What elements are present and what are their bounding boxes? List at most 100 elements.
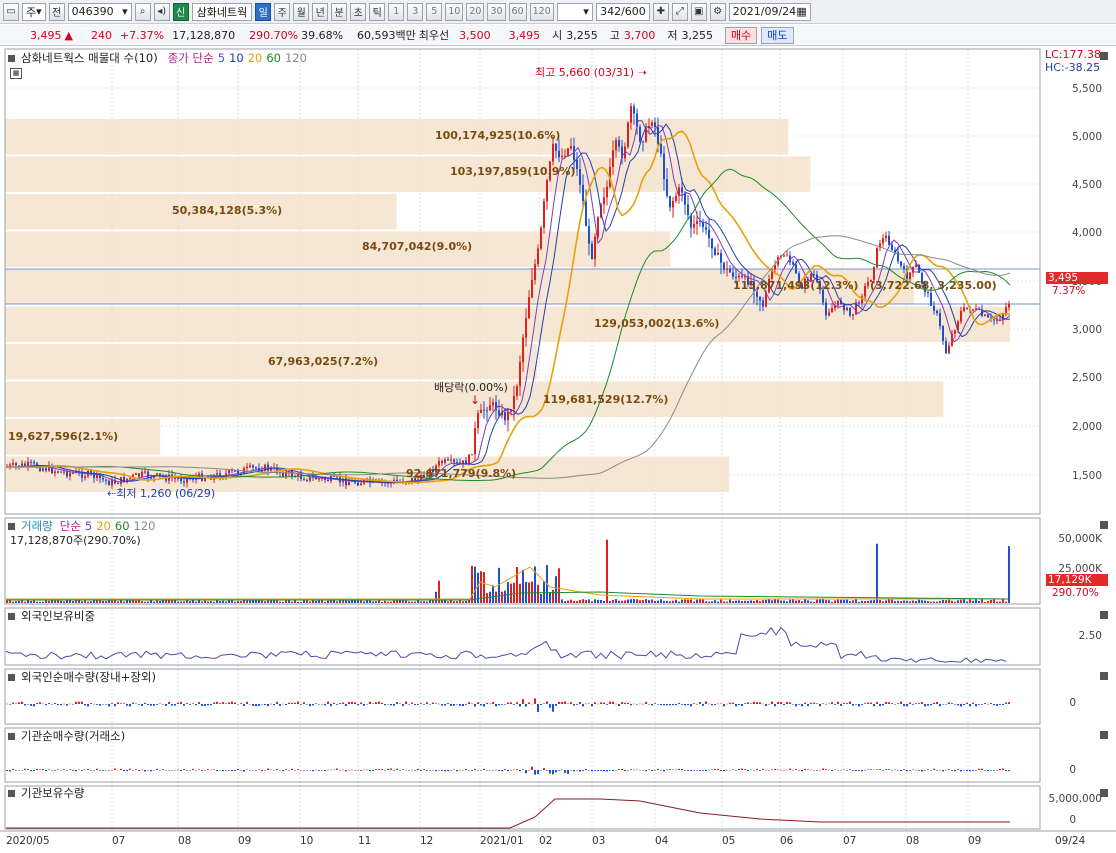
interval-5[interactable]: 5 xyxy=(426,2,443,21)
sound-icon[interactable]: ◂) xyxy=(153,2,170,21)
candle-body xyxy=(846,307,848,311)
foreign-net-bar xyxy=(588,703,590,705)
stock-code-input[interactable]: 046390 ▾ xyxy=(67,2,132,21)
interval-dropdown[interactable]: ▾ xyxy=(556,2,593,21)
panel-handle-icon[interactable] xyxy=(8,673,15,681)
volume-bar xyxy=(237,601,239,603)
panel-handle-icon[interactable] xyxy=(8,54,15,62)
inst-net-bar xyxy=(417,768,419,770)
volume-bar xyxy=(882,601,884,603)
candle-body xyxy=(714,248,716,255)
foreign-net-bar xyxy=(984,703,986,704)
volume-bar xyxy=(309,601,311,603)
foreign-net-bar xyxy=(486,702,488,704)
tab-day[interactable]: 일 xyxy=(255,2,272,21)
inst-net-bar xyxy=(981,768,983,770)
interval-120[interactable]: 120 xyxy=(529,2,554,21)
interval-30[interactable]: 30 xyxy=(487,2,506,21)
foreign-net-bar xyxy=(546,701,548,704)
inst-net-bar xyxy=(318,770,320,771)
inst-net-bar xyxy=(39,769,41,770)
tab-week[interactable]: 주 xyxy=(274,2,291,21)
tab-year[interactable]: 년 xyxy=(312,2,329,21)
volume-bar xyxy=(945,600,947,603)
candle-body xyxy=(762,300,764,307)
panel-handle-icon[interactable] xyxy=(8,612,15,620)
candle-body xyxy=(525,318,527,338)
foreign-net-bar xyxy=(309,704,311,707)
tab-minute[interactable]: 분 xyxy=(331,2,348,21)
foreign-net-bar xyxy=(561,701,563,704)
crosshair-icon[interactable]: ✚ xyxy=(652,2,669,21)
interval-1[interactable]: 1 xyxy=(388,2,405,21)
tab-tick[interactable]: 틱 xyxy=(369,2,386,21)
foreign-net-bar xyxy=(138,704,140,705)
foreign-net-tick: 0 xyxy=(1069,697,1076,709)
foreign-net-bar xyxy=(819,704,821,707)
count-field[interactable]: 342/600 xyxy=(595,2,650,21)
inst-net-bar xyxy=(78,769,80,771)
candle-body xyxy=(588,226,590,244)
foreign-net-bar xyxy=(141,704,143,706)
interval-20[interactable]: 20 xyxy=(466,2,485,21)
candle-body xyxy=(252,465,254,468)
foreign-net-bar xyxy=(357,704,359,706)
volume-bar xyxy=(195,601,197,603)
gear-icon[interactable]: ⚙ xyxy=(709,2,726,21)
prev-button[interactable]: 전 xyxy=(48,2,65,21)
candle-body xyxy=(711,238,713,249)
foreign-net-bar xyxy=(432,702,434,704)
foreign-net-bar xyxy=(39,702,41,704)
chart-area[interactable]: 삼화네트웍스 매물대 수(10) 종가 단순 5 10 20 60 120 ▦ … xyxy=(0,47,1116,853)
foreign-net-bar xyxy=(345,704,347,706)
foreign-net-bar xyxy=(756,702,758,704)
inst-net-bar xyxy=(369,770,371,772)
date-input[interactable]: 2021/09/24 ▦ xyxy=(728,2,811,21)
volume-bar xyxy=(264,601,266,603)
inst-net-bar xyxy=(189,770,191,771)
date-tick: 10 xyxy=(300,835,314,847)
current-price-badge: 3,495 xyxy=(1046,272,1108,284)
low-price: 3,255 xyxy=(681,28,714,42)
candle-body xyxy=(738,275,740,278)
panel-handle-icon[interactable] xyxy=(8,522,15,530)
search-icon[interactable]: ⌕ xyxy=(134,2,151,21)
tab-second[interactable]: 초 xyxy=(350,2,367,21)
date-tick: 07 xyxy=(112,835,126,847)
inst-net-bar xyxy=(456,770,458,772)
candle-body xyxy=(813,274,815,276)
candle-body xyxy=(726,268,728,270)
foreign-net-bar xyxy=(351,701,353,704)
interval-10[interactable]: 10 xyxy=(445,2,464,21)
volume-bar xyxy=(699,599,701,603)
buy-button[interactable]: 매수 xyxy=(725,26,758,44)
foreign-net-bar xyxy=(558,701,560,704)
interval-3[interactable]: 3 xyxy=(407,2,424,21)
save-icon[interactable]: ▣ xyxy=(690,2,707,21)
inst-net-bar xyxy=(366,769,368,771)
inst-net-bar xyxy=(846,770,848,771)
volume-bar xyxy=(999,601,1001,603)
panel-handle-icon[interactable] xyxy=(8,789,15,797)
sell-button[interactable]: 매도 xyxy=(761,26,794,44)
foreign-net-bar xyxy=(48,702,50,704)
candle-body xyxy=(255,467,257,469)
foreign-net-bar xyxy=(96,704,98,705)
ma20-label: 20 xyxy=(247,51,263,65)
interval-60[interactable]: 60 xyxy=(508,2,527,21)
candle-body xyxy=(669,195,671,208)
inst-net-bar xyxy=(222,770,224,772)
market-select[interactable]: 주 ▾ xyxy=(22,2,46,21)
foreign-net-bar xyxy=(525,704,527,707)
inst-net-bar xyxy=(486,770,488,771)
table-icon[interactable]: ▦ xyxy=(10,68,22,79)
foreign-net-bar xyxy=(681,704,683,705)
volume-ma5-label: 5 xyxy=(84,519,93,533)
panel-handle-icon[interactable] xyxy=(8,732,15,740)
inst-net-bar xyxy=(126,770,128,772)
tab-month[interactable]: 월 xyxy=(293,2,310,21)
foreign-net-bar xyxy=(30,704,32,706)
volume-bar xyxy=(444,600,446,603)
chart-tool-icon[interactable]: ⤢ xyxy=(671,2,688,21)
window-menu-icon[interactable]: ▭ xyxy=(3,2,19,21)
